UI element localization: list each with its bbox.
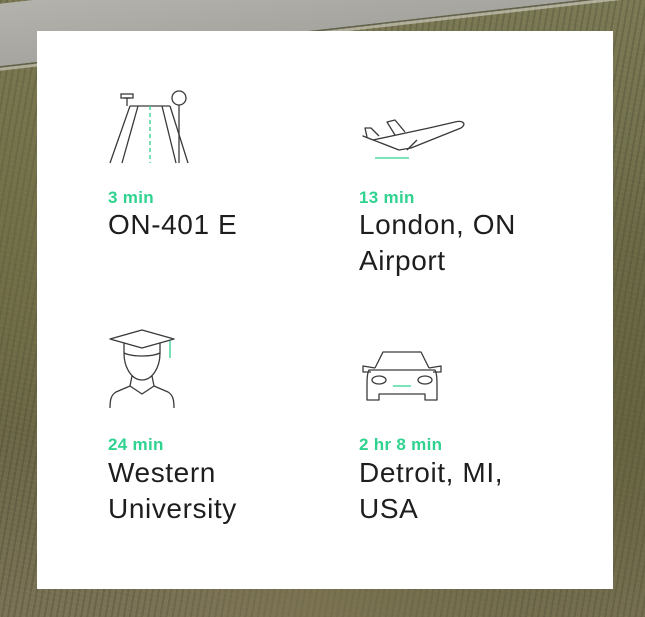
destination-name-line-2: University [108, 493, 237, 524]
car-front-icon [359, 348, 445, 408]
graduate-student-icon [108, 328, 180, 410]
travel-time: 3 min [108, 188, 154, 207]
airplane-takeoff-icon [359, 106, 469, 164]
destination-name-line-2: USA [359, 493, 419, 524]
destination-item-airport: 13 min London, ON Airport [359, 88, 579, 298]
destination-name-line-2: Airport [359, 245, 446, 276]
destination-item-highway: 3 min ON-401 E [108, 88, 328, 278]
destination-name-line-1: London, ON [359, 209, 516, 240]
travel-times-card: 3 min ON-401 E 13 min London, ON Airport [37, 31, 613, 589]
destination-item-university: 24 min Western University [108, 328, 328, 538]
highway-road-icon [108, 88, 192, 166]
travel-time: 2 hr 8 min [359, 435, 443, 454]
destination-name-line-1: ON-401 E [108, 209, 238, 240]
destination-item-detroit: 2 hr 8 min Detroit, MI, USA [359, 328, 579, 538]
destination-name-line-1: Detroit, MI, [359, 457, 504, 488]
travel-time: 13 min [359, 188, 415, 207]
destination-name-line-1: Western [108, 457, 216, 488]
travel-time: 24 min [108, 435, 164, 454]
